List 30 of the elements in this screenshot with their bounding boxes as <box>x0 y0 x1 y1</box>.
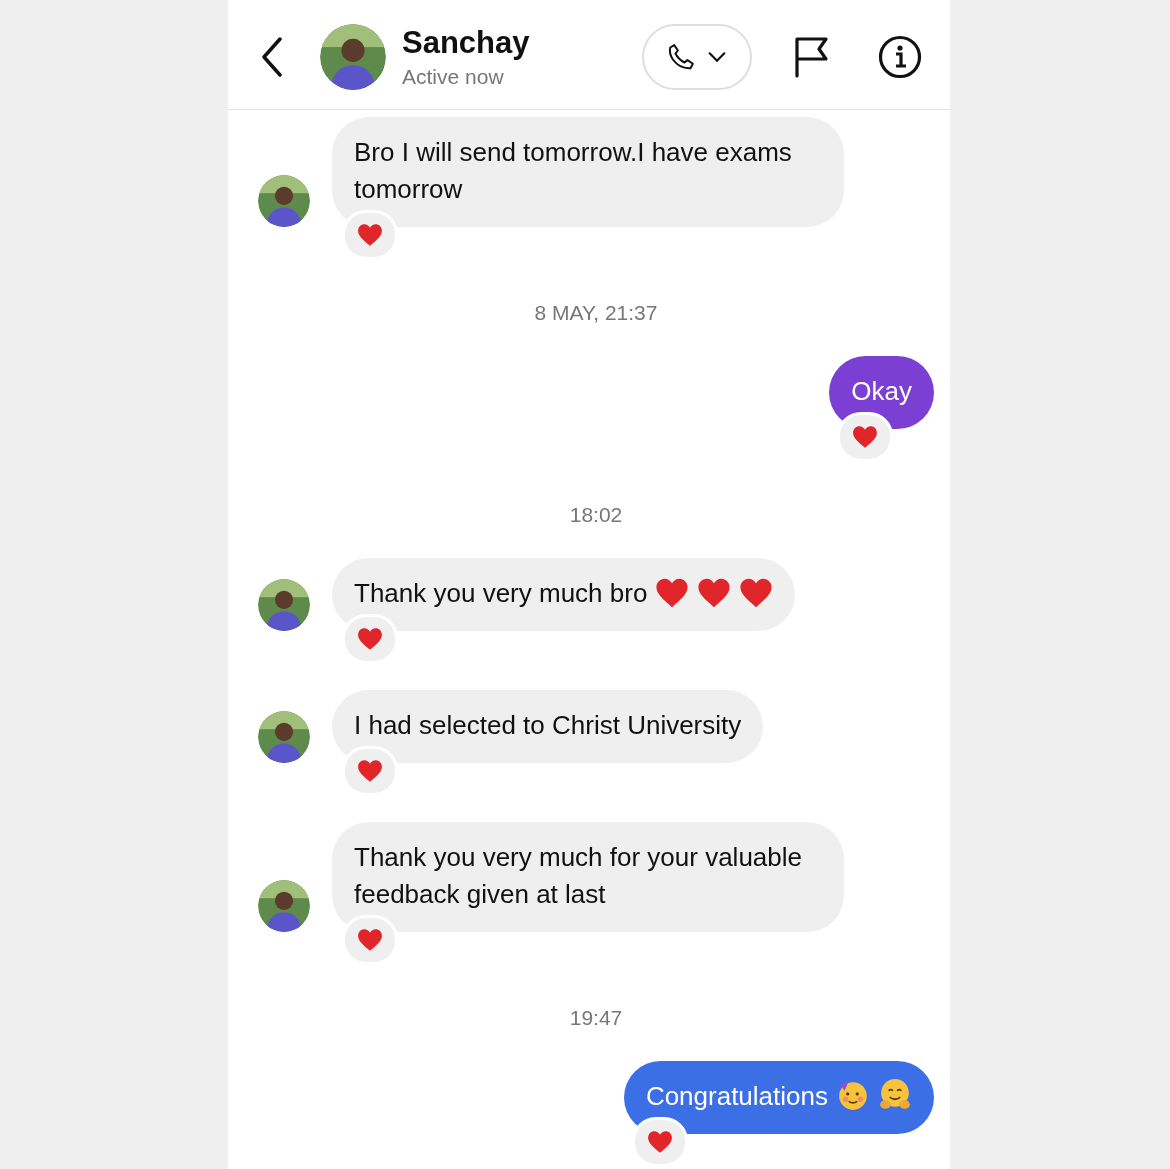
message-bubble[interactable]: Thank you very much for your valuable feedback given at last <box>332 822 844 932</box>
heart-icon <box>655 577 690 609</box>
hugging-face-icon <box>878 1078 912 1112</box>
timestamp: 18:02 <box>568 503 624 527</box>
back-icon[interactable] <box>260 36 284 77</box>
heart-icon <box>357 928 383 952</box>
message-bubble[interactable]: Thank you very much bro <box>332 558 796 631</box>
heart-icon <box>357 223 383 247</box>
avatar <box>258 579 310 631</box>
message-bubble[interactable]: Bro I will send tomorrow.I have exams tomorrow <box>332 117 844 227</box>
heart-icon <box>357 759 383 783</box>
info-icon[interactable] <box>878 34 922 79</box>
avatar <box>258 175 310 227</box>
status-text: Active now <box>402 64 505 89</box>
phone-icon <box>666 41 696 72</box>
timestamp: 8 MAY, 21:37 <box>533 301 659 325</box>
heart-icon <box>357 627 383 651</box>
heart-icon <box>852 425 879 449</box>
avatar <box>258 880 310 932</box>
party-face-icon <box>836 1078 870 1112</box>
message-bubble[interactable]: Congratulations <box>623 1061 934 1134</box>
contact-name: Sanchay <box>402 24 531 61</box>
message-bubble[interactable]: Okay <box>829 356 934 429</box>
flag-icon[interactable] <box>794 35 830 78</box>
avatar <box>258 711 310 763</box>
message-bubble[interactable]: I had selected to Christ University <box>332 690 764 763</box>
timestamp: 19:47 <box>568 1006 624 1030</box>
heart-icon <box>739 577 774 609</box>
heart-icon <box>697 577 732 609</box>
heart-icon <box>646 1130 673 1154</box>
